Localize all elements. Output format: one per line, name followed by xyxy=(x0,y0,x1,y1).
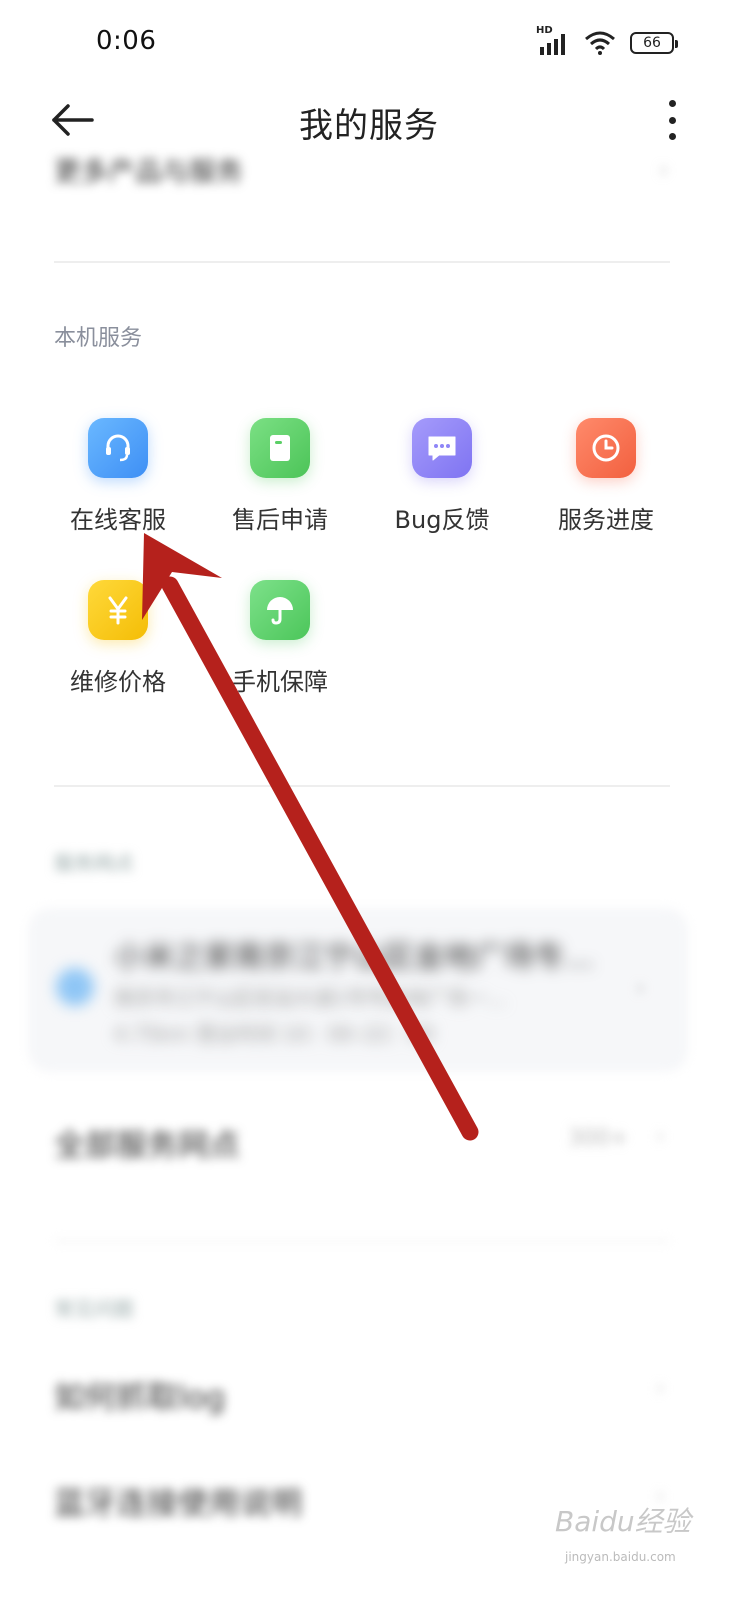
annotation-arrow xyxy=(142,533,479,1141)
